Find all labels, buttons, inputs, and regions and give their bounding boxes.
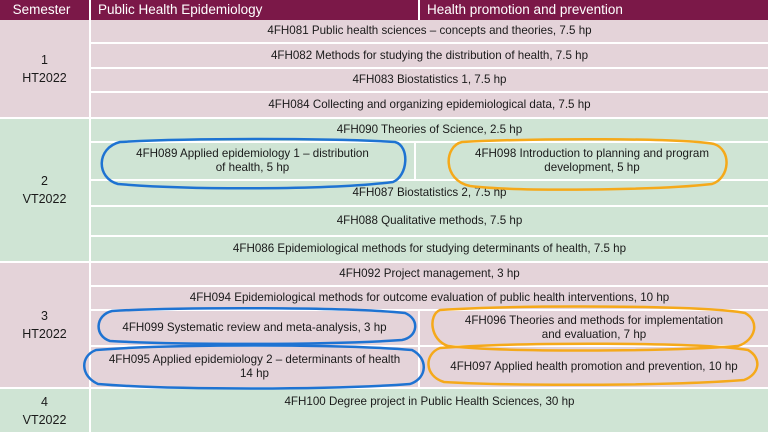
semester-number: 2 (41, 174, 48, 188)
course-4fh086: 4FH086 Epidemiological methods for study… (91, 237, 768, 261)
course-4fh081: 4FH081 Public health sciences – concepts… (91, 20, 768, 42)
course-4fh084: 4FH084 Collecting and organizing epidemi… (91, 93, 768, 117)
course-4fh089: 4FH089 Applied epidemiology 1 – distribu… (91, 143, 414, 179)
semester-3-cell: 3 HT2022 (0, 263, 89, 387)
course-4fh100: 4FH100 Degree project in Public Health S… (91, 389, 768, 432)
header-semester: Semester (0, 0, 89, 20)
semester-number: 1 (41, 52, 48, 67)
semester-2-cell: 2 VT2022 (0, 119, 89, 261)
course-4fh087: 4FH087 Biostatistics 2, 7.5 hp (91, 181, 768, 205)
course-4fh082: 4FH082 Methods for studying the distribu… (91, 44, 768, 67)
course-4fh097: 4FH097 Applied health promotion and prev… (420, 347, 768, 387)
header-track-epidemiology: Public Health Epidemiology (91, 0, 418, 20)
course-4fh095: 4FH095 Applied epidemiology 2 – determin… (91, 347, 418, 387)
semester-number: 3 (41, 309, 48, 323)
course-4fh098: 4FH098 Introduction to planning and prog… (416, 143, 768, 179)
course-table: Semester Public Health Epidemiology Heal… (0, 0, 768, 432)
semester-term: VT2022 (22, 192, 67, 206)
header-track-health-promotion: Health promotion and prevention (420, 0, 768, 20)
course-4fh094: 4FH094 Epidemiological methods for outco… (91, 287, 768, 309)
course-4fh096: 4FH096 Theories and methods for implemen… (420, 311, 768, 345)
semester-1-cell: 1 HT2022 (0, 20, 89, 117)
semester-4-cell: 4 VT2022 (0, 389, 89, 432)
semester-number: 4 (41, 394, 48, 409)
semester-term: HT2022 (22, 327, 67, 341)
course-4fh099: 4FH099 Systematic review and meta-analys… (91, 311, 418, 345)
course-4fh088: 4FH088 Qualitative methods, 7.5 hp (91, 207, 768, 235)
semester-term: HT2022 (22, 70, 67, 85)
course-4fh090: 4FH090 Theories of Science, 2.5 hp (91, 119, 768, 141)
semester-term: VT2022 (22, 412, 67, 427)
course-4fh083: 4FH083 Biostatistics 1, 7.5 hp (91, 69, 768, 91)
course-4fh092: 4FH092 Project management, 3 hp (91, 263, 768, 285)
